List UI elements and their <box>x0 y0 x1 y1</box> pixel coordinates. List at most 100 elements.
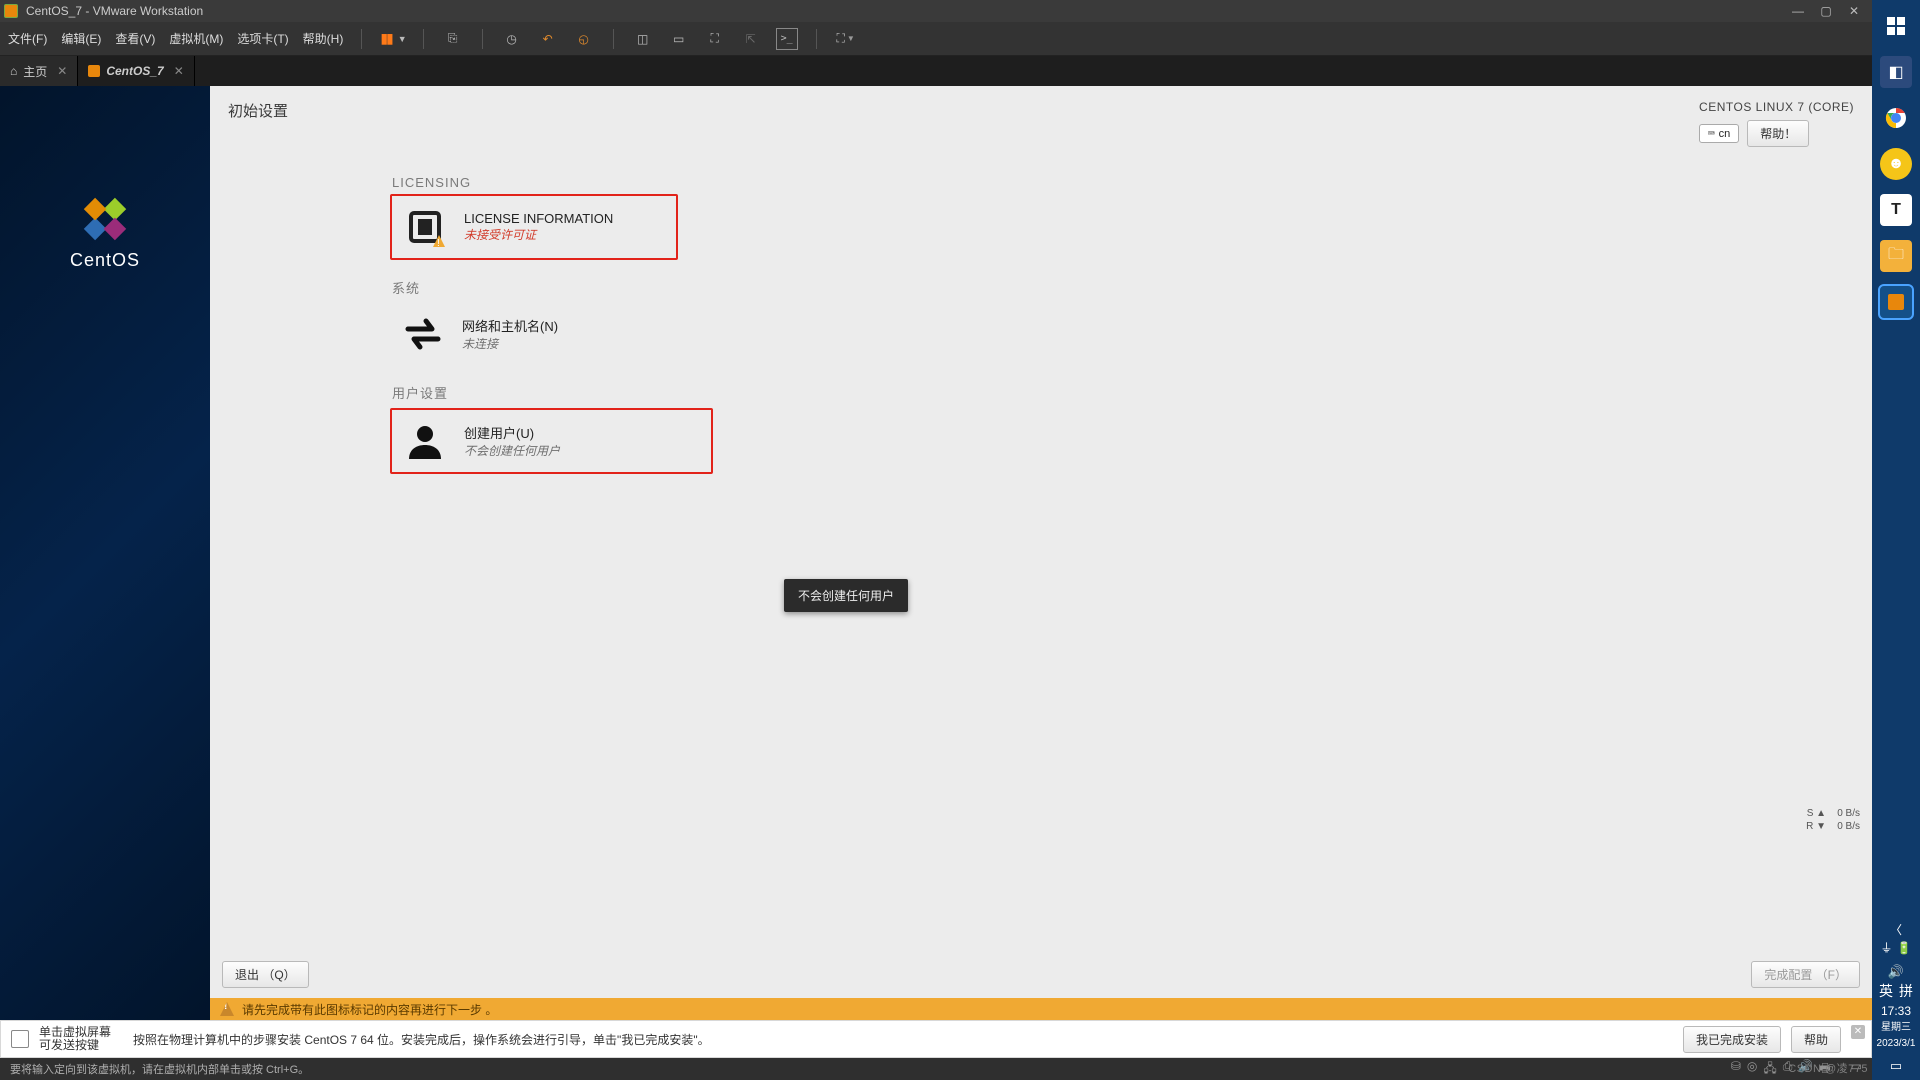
windows-start-icon[interactable] <box>1880 10 1912 42</box>
vm-content: CentOS 初始设置 CENTOS LINUX 7 (CORE) ⌨ cn 帮… <box>0 86 1872 1020</box>
toolbar-console-icon[interactable]: >_ <box>776 28 798 50</box>
dev-net-icon[interactable]: 🖧 <box>1763 1059 1776 1080</box>
license-spoke[interactable]: ! LICENSE INFORMATION 未接受许可证 <box>392 196 676 258</box>
user-spoke[interactable]: 创建用户(U) 不会创建任何用户 <box>392 410 711 472</box>
battery-icon[interactable]: 🔋 <box>1897 941 1912 955</box>
network-icon <box>402 313 444 355</box>
chrome-icon[interactable] <box>1880 102 1912 134</box>
net-stats: S ▲ 0 B/s R ▼ 0 B/s <box>1806 807 1860 833</box>
toolbar-send-ctrlaltdel-icon[interactable]: ⎘ <box>442 28 464 50</box>
centos-logo-text: CentOS <box>70 250 140 270</box>
ime-mode[interactable]: 拼 <box>1899 983 1913 1000</box>
taskbar-app-1-icon[interactable]: ◧ <box>1880 56 1912 88</box>
network-spoke[interactable]: 网络和主机名(N) 未连接 <box>390 303 1692 365</box>
license-spoke-highlight: ! LICENSE INFORMATION 未接受许可证 <box>390 194 678 260</box>
network-sub: 未连接 <box>462 335 558 352</box>
keyboard-layout: cn <box>1719 128 1731 140</box>
suspend-button[interactable]: ▮▮▼ <box>380 30 404 47</box>
wifi-icon[interactable]: ⏚ <box>1881 941 1893 955</box>
clock-dow: 星期三 <box>1881 1022 1911 1034</box>
centos-logo: CentOS <box>0 196 210 271</box>
license-icon: ! <box>404 206 446 248</box>
distro-name: CENTOS LINUX 7 (CORE) <box>1699 100 1854 114</box>
hint-close-button[interactable]: ✕ <box>1851 1025 1865 1039</box>
keyboard-indicator[interactable]: ⌨ cn <box>1699 124 1739 143</box>
window-minimize-button[interactable]: — <box>1784 4 1812 18</box>
tab-home[interactable]: ⌂ 主页 ✕ <box>0 56 78 86</box>
toolbar-unity-icon[interactable]: ⇱ <box>740 28 762 50</box>
ime-lang[interactable]: 英 <box>1879 983 1893 1000</box>
finish-button[interactable]: 完成配置 （F） <box>1751 961 1860 988</box>
vmware-window: CentOS_7 - VMware Workstation — ▢ ✕ 文件(F… <box>0 0 1872 1080</box>
tab-vm[interactable]: CentOS_7 ✕ <box>78 56 194 86</box>
toolbar-manage-snap-icon[interactable]: ◵ <box>573 28 595 50</box>
statusbar-text: 要将输入定向到该虚拟机，请在虚拟机内部单击或按 Ctrl+G。 <box>10 1061 309 1077</box>
window-maximize-button[interactable]: ▢ <box>1812 4 1840 18</box>
clock-time[interactable]: 17:33 <box>1881 1004 1911 1018</box>
svg-text:!: ! <box>437 238 440 247</box>
watermark: CSDN @凌775 <box>1788 1060 1868 1076</box>
taskbar-app-text-icon[interactable]: T <box>1880 194 1912 226</box>
tab-vm-label: CentOS_7 <box>106 64 163 78</box>
user-icon <box>404 420 446 462</box>
warning-text: 请先完成带有此图标标记的内容再进行下一步 。 <box>242 1001 497 1018</box>
quit-button[interactable]: 退出 （Q） <box>222 961 309 988</box>
system-tray: 〈 ⏚ 🔋 🔊 英 拼 17:33 星期三 2023/3/1 ▭ <box>1872 923 1920 1074</box>
network-title: 网络和主机名(N) <box>462 316 558 335</box>
menu-file[interactable]: 文件(F) <box>8 30 47 47</box>
dev-hdd-icon[interactable]: ⛁ <box>1731 1059 1741 1080</box>
toolbar-snapshot-icon[interactable]: ◷ <box>501 28 523 50</box>
license-title: LICENSE INFORMATION <box>464 211 613 226</box>
toolbar-fit-guest-icon[interactable]: ◫ <box>632 28 654 50</box>
clock-date: 2023/3/1 <box>1877 1038 1916 1050</box>
guest-header: 初始设置 CENTOS LINUX 7 (CORE) ⌨ cn 帮助！ <box>210 86 1872 147</box>
keyboard-icon: ⌨ <box>1708 127 1715 140</box>
toolbar-fullscreen-icon[interactable]: ⛶▼ <box>835 28 857 50</box>
menubar: 文件(F) 编辑(E) 查看(V) 虚拟机(M) 选项卡(T) 帮助(H) ▮▮… <box>0 22 1872 56</box>
volume-icon[interactable]: 🔊 <box>1888 964 1904 980</box>
section-user: 用户设置 <box>392 383 1692 402</box>
file-explorer-icon[interactable]: 🗀 <box>1880 240 1912 272</box>
toolbar-fit-window-icon[interactable]: ▭ <box>668 28 690 50</box>
guest-body: LICENSING ! LICENSE INFORMATION 未 <box>210 147 1872 961</box>
toolbar-stretch-icon[interactable]: ⛶ <box>704 28 726 50</box>
dev-cd-icon[interactable]: ◎ <box>1747 1059 1757 1080</box>
user-spoke-highlight: 创建用户(U) 不会创建任何用户 <box>390 408 713 474</box>
vmware-app-icon <box>4 4 18 18</box>
tab-home-close[interactable]: ✕ <box>57 64 67 78</box>
license-sub: 未接受许可证 <box>464 226 613 243</box>
menu-view[interactable]: 查看(V) <box>115 30 155 47</box>
windows-task-sidebar: ◧ ☻ T 🗀 〈 ⏚ 🔋 🔊 英 拼 17:33 星期三 2023/3/1 ▭ <box>1872 0 1920 1080</box>
tabstrip: ⌂ 主页 ✕ CentOS_7 ✕ <box>0 56 1872 86</box>
tray-chevron-icon[interactable]: 〈 <box>1890 923 1902 937</box>
guest-panel[interactable]: 初始设置 CENTOS LINUX 7 (CORE) ⌨ cn 帮助！ LICE… <box>210 86 1872 1020</box>
toolbar-revert-icon[interactable]: ↶ <box>537 28 559 50</box>
net-send-val: 0 B/s <box>1837 808 1860 819</box>
warning-bar: 请先完成带有此图标标记的内容再进行下一步 。 <box>210 998 1872 1020</box>
user-tooltip: 不会创建任何用户 <box>784 579 908 612</box>
hint-icon <box>11 1030 29 1048</box>
warning-icon <box>220 1002 234 1016</box>
tab-vm-close[interactable]: ✕ <box>174 64 184 78</box>
net-recv-val: 0 B/s <box>1837 821 1860 832</box>
taskbar-app-2-icon[interactable]: ☻ <box>1880 148 1912 180</box>
help-button[interactable]: 帮助！ <box>1747 120 1809 147</box>
chevron-down-icon: ▼ <box>398 34 405 44</box>
vmware-taskbar-icon[interactable] <box>1880 286 1912 318</box>
vm-tab-icon <box>88 65 100 77</box>
section-licensing: LICENSING <box>392 175 1692 190</box>
vmware-statusbar: 要将输入定向到该虚拟机，请在虚拟机内部单击或按 Ctrl+G。 ⛁ ◎ 🖧 ⎙ … <box>0 1058 1872 1080</box>
net-send-label: S ▲ <box>1807 808 1826 819</box>
window-title: CentOS_7 - VMware Workstation <box>26 4 203 18</box>
user-sub: 不会创建任何用户 <box>464 442 560 459</box>
hint-help-button[interactable]: 帮助 <box>1791 1026 1841 1053</box>
install-done-button[interactable]: 我已完成安装 <box>1683 1026 1781 1053</box>
menu-edit[interactable]: 编辑(E) <box>61 30 101 47</box>
menu-help[interactable]: 帮助(H) <box>303 30 344 47</box>
titlebar: CentOS_7 - VMware Workstation — ▢ ✕ <box>0 0 1872 22</box>
menu-vm[interactable]: 虚拟机(M) <box>169 30 223 47</box>
window-close-button[interactable]: ✕ <box>1840 4 1868 18</box>
menu-tabs[interactable]: 选项卡(T) <box>237 30 288 47</box>
net-recv-label: R ▼ <box>1806 821 1826 832</box>
notifications-icon[interactable]: ▭ <box>1890 1058 1902 1074</box>
